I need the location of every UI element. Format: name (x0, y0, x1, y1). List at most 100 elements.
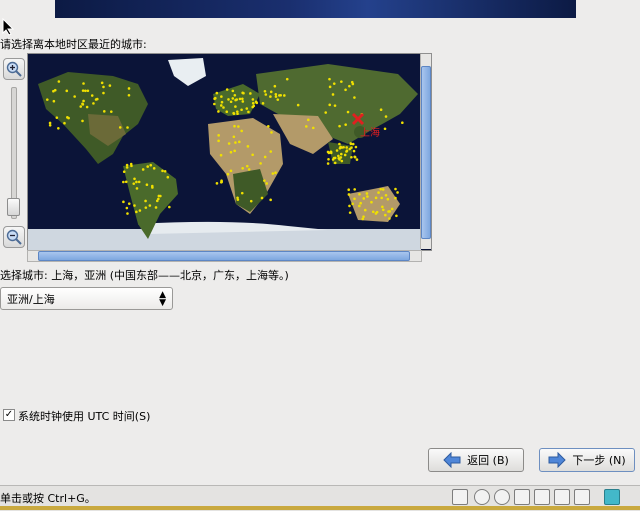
city-dot[interactable] (135, 210, 138, 214)
city-dot[interactable] (125, 166, 129, 169)
city-dot[interactable] (261, 102, 265, 105)
city-dot[interactable] (154, 206, 158, 209)
city-dot[interactable] (148, 204, 152, 207)
zoom-slider-handle[interactable] (7, 198, 20, 216)
city-dot[interactable] (217, 134, 220, 137)
city-dot[interactable] (340, 159, 344, 163)
city-dot[interactable] (353, 188, 356, 191)
city-dot[interactable] (157, 194, 161, 198)
city-dot[interactable] (384, 213, 387, 217)
city-dot[interactable] (48, 124, 52, 127)
city-dot[interactable] (157, 197, 160, 201)
map-horizontal-scroll-thumb[interactable] (38, 251, 410, 261)
city-dot[interactable] (329, 150, 333, 154)
city-dot[interactable] (86, 89, 90, 93)
city-dot[interactable] (52, 99, 56, 103)
city-dot[interactable] (269, 150, 273, 153)
city-dot[interactable] (245, 164, 249, 168)
city-dot[interactable] (379, 187, 383, 191)
city-dot[interactable] (132, 182, 136, 185)
city-dot[interactable] (265, 182, 268, 185)
city-dot[interactable] (346, 110, 350, 114)
city-dot[interactable] (343, 153, 347, 157)
city-dot[interactable] (350, 80, 354, 84)
city-dot[interactable] (335, 149, 339, 152)
city-dot[interactable] (84, 89, 87, 93)
city-dot[interactable] (251, 98, 255, 101)
city-dot[interactable] (238, 97, 242, 101)
city-dot[interactable] (347, 188, 351, 191)
city-dot[interactable] (338, 142, 341, 146)
city-dot[interactable] (305, 125, 308, 128)
city-dot[interactable] (127, 202, 131, 205)
city-dot[interactable] (163, 169, 167, 173)
city-dot[interactable] (384, 193, 388, 197)
speaker-icon[interactable] (554, 489, 570, 505)
city-dot[interactable] (331, 93, 335, 96)
city-dot[interactable] (324, 111, 328, 114)
city-dot[interactable] (381, 188, 385, 191)
city-dot[interactable] (57, 126, 60, 130)
city-dot[interactable] (145, 183, 149, 187)
city-dot[interactable] (260, 196, 264, 200)
city-dot[interactable] (220, 95, 223, 98)
city-dot[interactable] (388, 217, 391, 220)
city-dot[interactable] (149, 163, 153, 167)
city-dot[interactable] (349, 142, 353, 146)
world-map[interactable]: 上海 (27, 53, 432, 251)
city-dot[interactable] (370, 200, 373, 204)
city-dot[interactable] (331, 158, 335, 161)
city-dot[interactable] (311, 126, 315, 130)
city-dot[interactable] (345, 149, 349, 153)
city-dot[interactable] (344, 88, 347, 92)
city-dot[interactable] (129, 162, 133, 166)
city-dot[interactable] (351, 202, 354, 206)
city-dot[interactable] (57, 80, 61, 83)
zoom-out-button[interactable] (3, 226, 25, 248)
timezone-select[interactable]: 亚洲/上海 ▲ ▼ (0, 287, 173, 310)
city-dot[interactable] (122, 200, 125, 204)
city-dot[interactable] (269, 90, 273, 94)
city-dot[interactable] (348, 147, 352, 151)
city-dot[interactable] (232, 135, 236, 139)
city-dot[interactable] (135, 180, 138, 184)
city-dot[interactable] (233, 124, 236, 128)
city-dot[interactable] (285, 77, 289, 81)
city-dot[interactable] (384, 115, 388, 118)
city-dot[interactable] (126, 126, 129, 129)
city-dot[interactable] (333, 156, 337, 160)
city-dot[interactable] (151, 186, 154, 189)
keyboard-icon[interactable] (452, 489, 468, 505)
city-dot[interactable] (73, 95, 76, 98)
city-dot[interactable] (220, 100, 224, 104)
city-dot[interactable] (229, 150, 233, 154)
city-dot[interactable] (238, 140, 241, 144)
city-dot[interactable] (81, 102, 84, 106)
city-dot[interactable] (233, 93, 237, 97)
city-dot[interactable] (81, 119, 84, 123)
city-dot[interactable] (342, 145, 345, 149)
city-dot[interactable] (135, 187, 139, 190)
city-dot[interactable] (220, 179, 223, 183)
city-dot[interactable] (251, 101, 255, 105)
city-dot[interactable] (251, 153, 254, 157)
city-dot[interactable] (363, 208, 367, 212)
disc-icon[interactable] (474, 489, 490, 505)
city-dot[interactable] (274, 171, 277, 175)
city-dot[interactable] (125, 163, 129, 167)
city-dot[interactable] (328, 103, 332, 107)
city-dot[interactable] (138, 209, 142, 212)
city-dot[interactable] (374, 212, 378, 215)
city-dot[interactable] (259, 162, 262, 165)
city-dot[interactable] (362, 215, 365, 218)
city-dot[interactable] (379, 108, 383, 112)
printer-icon[interactable] (534, 489, 550, 505)
city-dot[interactable] (365, 192, 369, 195)
city-dot[interactable] (110, 110, 113, 113)
city-dot[interactable] (133, 204, 136, 207)
city-dot[interactable] (161, 169, 164, 173)
city-dot[interactable] (152, 167, 156, 170)
city-dot[interactable] (146, 165, 150, 168)
city-dot[interactable] (326, 162, 330, 165)
city-dot[interactable] (340, 80, 343, 83)
